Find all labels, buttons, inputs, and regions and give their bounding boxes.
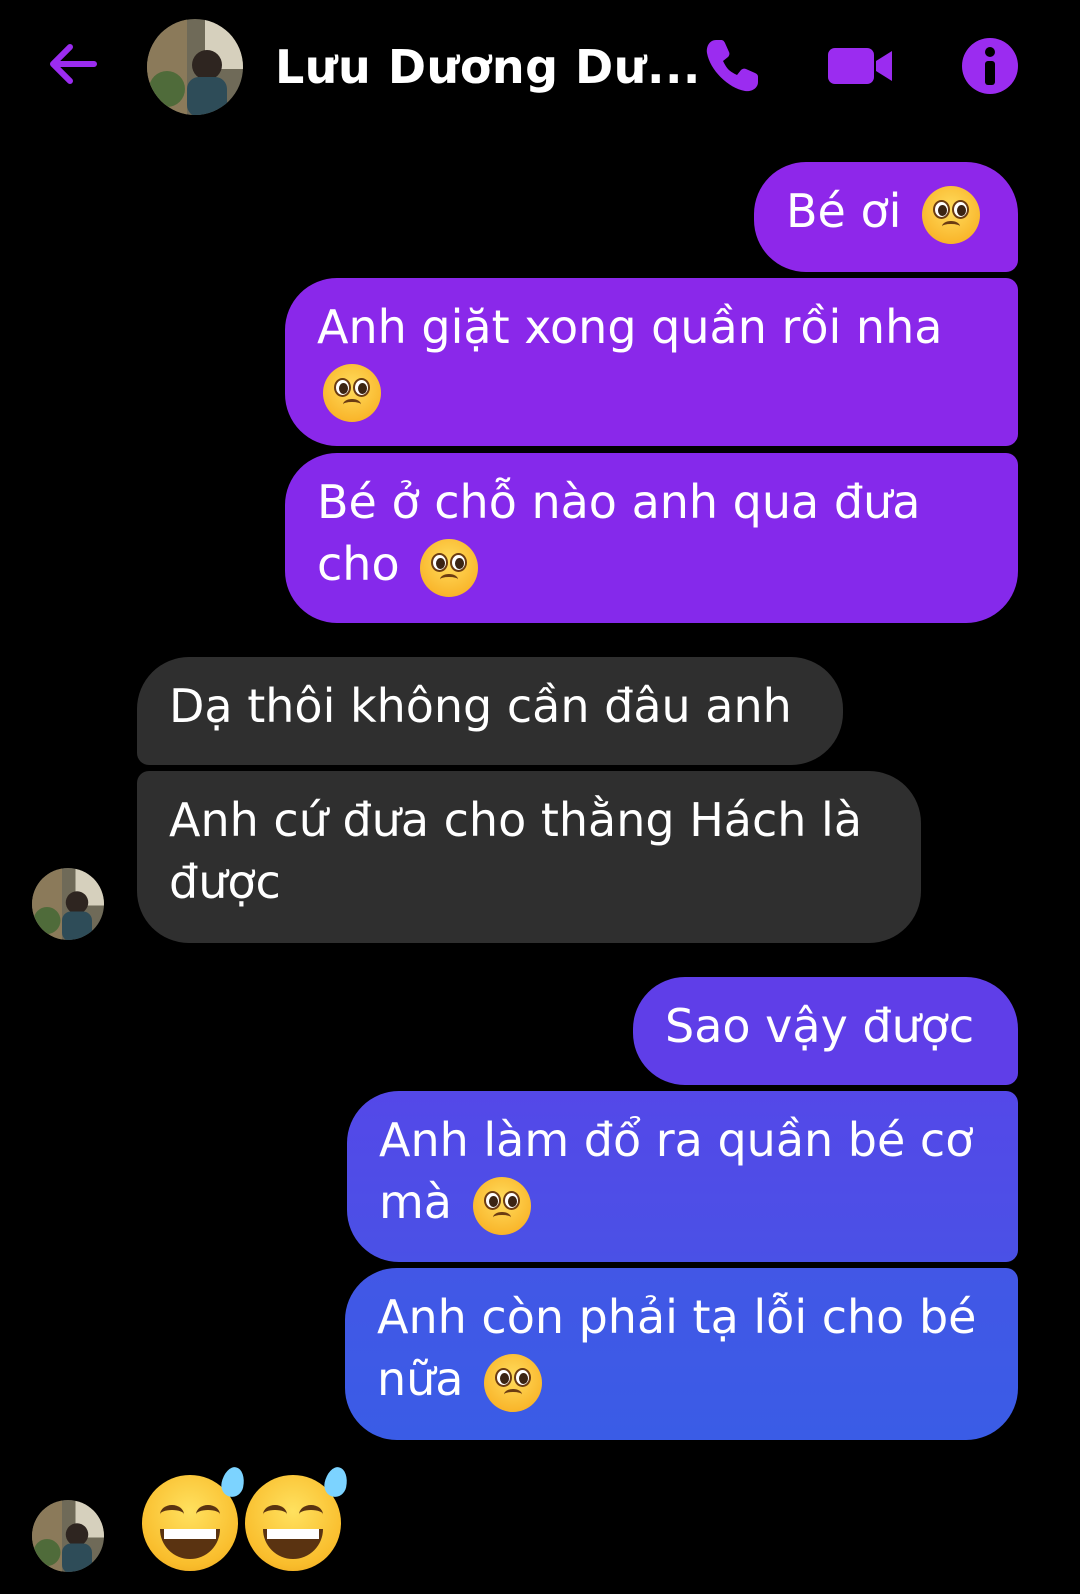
avatar-image — [32, 1500, 104, 1572]
message-text: Anh giặt xong quần rồi nha — [317, 300, 943, 354]
contact-avatar[interactable] — [147, 19, 243, 115]
message-text: Dạ thôi không cần đâu anh — [169, 679, 792, 733]
phone-icon[interactable] — [700, 34, 764, 98]
info-icon[interactable] — [958, 34, 1022, 98]
pleading-face-emoji — [420, 538, 479, 597]
their-message-bubble[interactable]: Dạ thôi không cần đâu anh — [137, 657, 843, 765]
video-camera-icon[interactable] — [826, 34, 896, 98]
my-message-bubble[interactable]: Sao vậy được — [633, 977, 1018, 1085]
grinning-sweat-emoji[interactable] — [245, 1465, 350, 1571]
pleading-face-emoji — [472, 1176, 531, 1235]
my-message-bubble[interactable]: Anh giặt xong quần rồi nha — [285, 278, 1018, 446]
their-message-bubble[interactable]: Anh cứ đưa cho thằng Hách là được — [137, 771, 921, 943]
contact-avatar-small[interactable] — [32, 1500, 104, 1572]
pleading-face-emoji — [323, 363, 381, 422]
message-text: Sao vậy được — [665, 999, 975, 1053]
message-text: Bé ơi — [786, 184, 902, 238]
avatar-image — [147, 19, 243, 115]
chat-header: Lưu Dương Dư... — [0, 0, 1080, 140]
contact-name[interactable]: Lưu Dương Dư... — [275, 40, 701, 94]
grinning-sweat-emoji[interactable] — [142, 1465, 247, 1571]
message-text: Anh còn phải tạ lỗi cho bé nữa — [377, 1290, 977, 1406]
message-text: Bé ở chỗ nào anh qua đưa cho — [317, 475, 921, 591]
contact-avatar-small[interactable] — [32, 868, 104, 940]
message-text: Anh cứ đưa cho thằng Hách là được — [169, 793, 863, 909]
pleading-face-emoji — [922, 185, 981, 244]
avatar-image — [32, 868, 104, 940]
my-message-bubble[interactable]: Anh còn phải tạ lỗi cho bé nữa — [345, 1268, 1018, 1440]
my-message-bubble[interactable]: Anh làm đổ ra quần bé cơ mà — [347, 1091, 1018, 1262]
my-message-bubble[interactable]: Bé ở chỗ nào anh qua đưa cho — [285, 453, 1018, 623]
pleading-face-emoji — [484, 1353, 543, 1412]
back-arrow-icon[interactable] — [44, 36, 100, 92]
message-text: Anh làm đổ ra quần bé cơ mà — [379, 1113, 974, 1229]
my-message-bubble[interactable]: Bé ơi — [754, 162, 1018, 272]
